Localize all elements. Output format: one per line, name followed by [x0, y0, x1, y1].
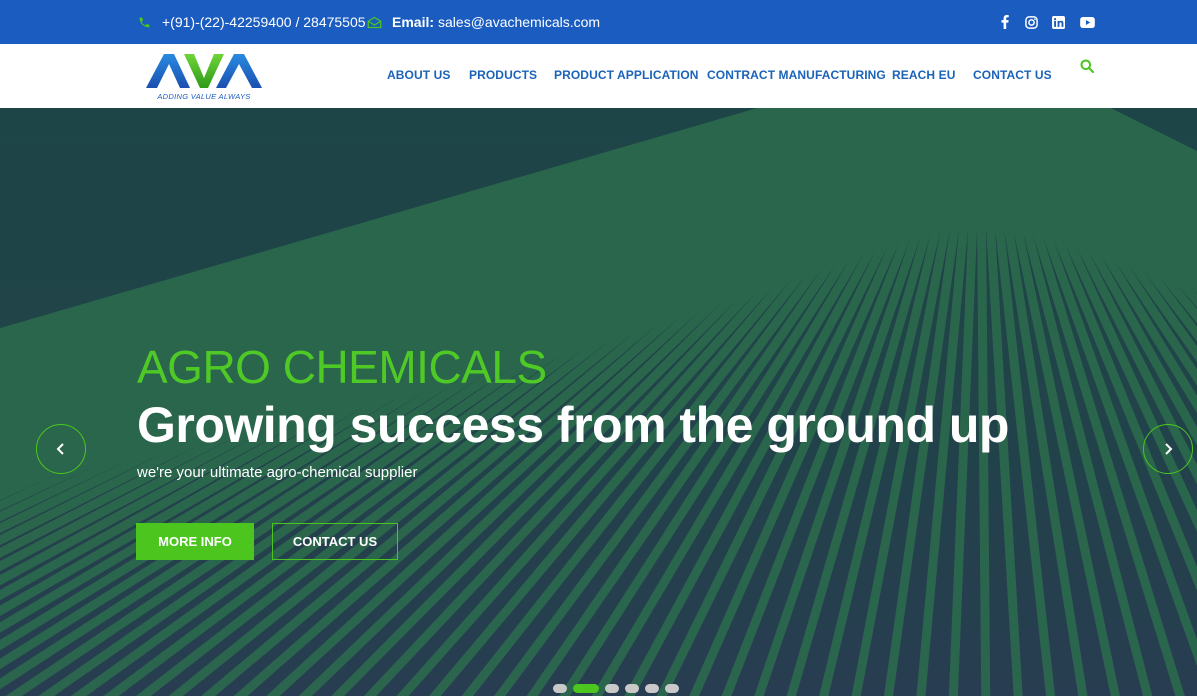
- phone-number: +(91)-(22)-42259400 / 28475505: [162, 14, 366, 30]
- site-header: ADDING VALUE ALWAYS ABOUT US PRODUCTS PR…: [0, 44, 1197, 108]
- slider-dot-2[interactable]: [573, 684, 599, 693]
- top-contact-bar: +(91)-(22)-42259400 / 28475505 Email: sa…: [0, 0, 1197, 44]
- slider-dot-1[interactable]: [553, 684, 567, 693]
- facebook-icon[interactable]: [998, 12, 1012, 32]
- slider-prev-button[interactable]: [36, 424, 86, 474]
- hero-slider: AGRO CHEMICALS Growing success from the …: [0, 108, 1197, 696]
- envelope-icon: [366, 14, 382, 30]
- slider-dot-3[interactable]: [605, 684, 619, 693]
- search-icon[interactable]: [1080, 59, 1096, 75]
- nav-reach-eu[interactable]: REACH EU: [892, 68, 955, 82]
- youtube-icon[interactable]: [1078, 12, 1096, 32]
- nav-products[interactable]: PRODUCTS: [469, 68, 537, 82]
- email-address: sales@avachemicals.com: [438, 14, 601, 30]
- nav-about-us[interactable]: ABOUT US: [387, 68, 450, 82]
- email-contact[interactable]: Email: sales@avachemicals.com: [366, 0, 600, 44]
- slider-dot-6[interactable]: [665, 684, 679, 693]
- chevron-left-icon: [56, 443, 64, 455]
- hero-subtext: we're your ultimate agro-chemical suppli…: [137, 464, 418, 481]
- hero-headline: Growing success from the ground up: [137, 397, 1009, 453]
- slider-next-button[interactable]: [1143, 424, 1193, 474]
- logo-tagline: ADDING VALUE ALWAYS: [156, 92, 250, 101]
- chevron-right-icon: [1165, 443, 1173, 455]
- linkedin-icon[interactable]: [1050, 12, 1066, 32]
- slider-dot-4[interactable]: [625, 684, 639, 693]
- phone-icon: [136, 14, 152, 30]
- more-info-button[interactable]: MORE INFO: [136, 523, 254, 560]
- nav-product-application[interactable]: PRODUCT APPLICATION: [554, 68, 699, 82]
- email-label: Email:: [392, 14, 435, 30]
- instagram-icon[interactable]: [1023, 12, 1039, 32]
- nav-contact-us[interactable]: CONTACT US: [973, 68, 1052, 82]
- phone-contact[interactable]: +(91)-(22)-42259400 / 28475505: [136, 0, 366, 44]
- contact-us-button[interactable]: CONTACT US: [272, 523, 398, 560]
- nav-contract-manufacturing[interactable]: CONTRACT MANUFACTURING: [707, 68, 886, 82]
- slider-dot-5[interactable]: [645, 684, 659, 693]
- ava-logo[interactable]: ADDING VALUE ALWAYS: [144, 50, 264, 104]
- hero-eyebrow: AGRO CHEMICALS: [137, 341, 547, 393]
